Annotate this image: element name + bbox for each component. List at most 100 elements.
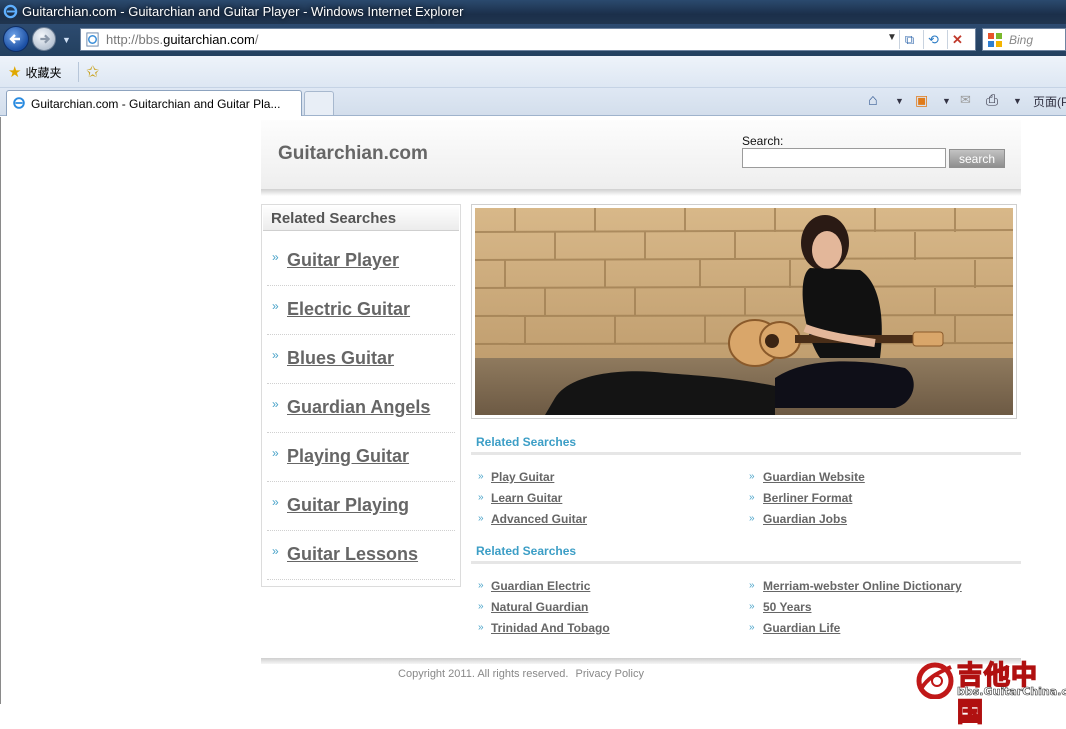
related-link[interactable]: Play Guitar xyxy=(491,470,554,484)
related-link[interactable]: Learn Guitar xyxy=(491,491,562,505)
sidebar-link-blues-guitar[interactable]: Blues Guitar xyxy=(287,348,394,369)
refresh-icon[interactable]: ⟲ xyxy=(923,30,943,49)
chevron-right-icon: » xyxy=(749,622,755,633)
related-searches-sidebar: Related Searches » Guitar Player » Elect… xyxy=(261,204,461,587)
tab-title: Guitarchian.com - Guitarchian and Guitar… xyxy=(31,97,281,111)
footer-divider xyxy=(261,658,1021,664)
page-menu[interactable]: 页面(P xyxy=(1033,93,1066,110)
related-link[interactable]: Advanced Guitar xyxy=(491,512,587,526)
mail-icon[interactable]: ✉ xyxy=(960,92,971,108)
sidebar-item: » Guardian Angels xyxy=(267,384,455,433)
chevron-right-icon: » xyxy=(272,495,279,509)
sidebar-link-electric-guitar[interactable]: Electric Guitar xyxy=(287,299,410,320)
site-header: Guitarchian.com Search: search xyxy=(261,120,1021,190)
sidebar-link-guardian-angels[interactable]: Guardian Angels xyxy=(287,397,430,418)
chevron-right-icon: » xyxy=(749,513,755,524)
chevron-right-icon: » xyxy=(478,492,484,503)
url-suffix: / xyxy=(254,32,259,47)
home-icon[interactable]: ⌂ xyxy=(868,92,878,110)
sidebar-item: » Guitar Player xyxy=(267,237,455,286)
browser-search-box[interactable]: Bing xyxy=(982,28,1066,51)
chevron-right-icon: » xyxy=(272,446,279,460)
header-shadow xyxy=(261,190,1021,196)
print-icon[interactable]: ⎙ xyxy=(986,92,998,109)
back-button[interactable] xyxy=(3,26,29,52)
print-dropdown-icon[interactable]: ▼ xyxy=(1013,96,1022,106)
address-url[interactable]: http://bbs.guitarchian.com/ xyxy=(106,32,259,47)
favorites-bar: ★ 收藏夹 ✩ xyxy=(0,56,1066,88)
watermark: 吉他中国 bbs.GuitarChina.com xyxy=(913,655,1066,729)
url-prefix: http://bbs. xyxy=(106,32,164,47)
forward-button[interactable] xyxy=(32,27,56,51)
related-link[interactable]: Merriam-webster Online Dictionary xyxy=(763,579,962,593)
section-divider xyxy=(471,561,1021,564)
sidebar-header: Related Searches xyxy=(263,206,459,231)
sidebar-item: » Guitar Lessons xyxy=(267,531,455,580)
new-tab-button[interactable] xyxy=(304,91,334,115)
search-input[interactable] xyxy=(742,148,946,168)
add-favorites-icon[interactable]: ✩ xyxy=(86,62,99,82)
favorites-label: 收藏夹 xyxy=(25,65,62,80)
related-link[interactable]: Guardian Electric xyxy=(491,579,590,593)
related-link[interactable]: Natural Guardian xyxy=(491,600,588,614)
tab-bar: Guitarchian.com - Guitarchian and Guitar… xyxy=(0,88,1066,116)
chevron-right-icon: » xyxy=(478,601,484,612)
chevron-right-icon: » xyxy=(749,492,755,503)
search-engine-label: Bing xyxy=(1009,33,1034,47)
related-link[interactable]: Guardian Website xyxy=(763,470,865,484)
sidebar-link-playing-guitar[interactable]: Playing Guitar xyxy=(287,446,409,467)
sidebar-link-guitar-player[interactable]: Guitar Player xyxy=(287,250,399,271)
chevron-right-icon: » xyxy=(478,513,484,524)
privacy-policy-link[interactable]: Privacy Policy xyxy=(571,668,643,680)
address-dropdown-icon[interactable]: ▼ xyxy=(887,32,897,43)
chevron-right-icon: » xyxy=(478,580,484,591)
page-viewport: Guitarchian.com Search: search Related S… xyxy=(0,117,1066,729)
guitarchina-logo-icon xyxy=(916,662,954,699)
back-arrow-icon xyxy=(9,34,20,44)
ie-logo-icon xyxy=(3,4,18,19)
search-label: Search: xyxy=(742,134,784,148)
sidebar-link-guitar-playing[interactable]: Guitar Playing xyxy=(287,495,409,516)
chevron-right-icon: » xyxy=(478,471,484,482)
compatibility-view-icon[interactable]: ⧉ xyxy=(899,30,919,49)
watermark-url: bbs.GuitarChina.com xyxy=(957,685,1066,699)
chevron-right-icon: » xyxy=(478,622,484,633)
chevron-right-icon: » xyxy=(272,348,279,362)
recent-pages-dropdown[interactable]: ▼ xyxy=(62,35,71,45)
related-link[interactable]: Guardian Jobs xyxy=(763,512,847,526)
favorites-button[interactable]: ★ 收藏夹 xyxy=(8,63,61,81)
tab-active[interactable]: Guitarchian.com - Guitarchian and Guitar… xyxy=(6,90,302,116)
chevron-right-icon: » xyxy=(749,601,755,612)
footer: Copyright 2011. All rights reserved. Pri… xyxy=(1,668,1041,680)
chevron-right-icon: » xyxy=(272,397,279,411)
forward-arrow-icon xyxy=(40,34,51,44)
hero-image xyxy=(471,204,1017,419)
feeds-icon[interactable]: ▣ xyxy=(915,92,928,109)
window-titlebar: Guitarchian.com - Guitarchian and Guitar… xyxy=(0,0,1066,24)
related-searches-heading: Related Searches xyxy=(476,435,577,449)
related-link[interactable]: Trinidad And Tobago xyxy=(491,621,610,635)
chevron-right-icon: » xyxy=(272,250,279,264)
search-button[interactable]: search xyxy=(949,149,1005,168)
chevron-right-icon: » xyxy=(749,580,755,591)
related-link[interactable]: Guardian Life xyxy=(763,621,840,635)
related-searches-heading: Related Searches xyxy=(476,544,577,558)
home-dropdown-icon[interactable]: ▼ xyxy=(895,96,904,106)
guitarist-photo xyxy=(475,208,1013,415)
sidebar-item: » Guitar Playing xyxy=(267,482,455,531)
site-title[interactable]: Guitarchian.com xyxy=(278,143,428,165)
page-icon xyxy=(86,32,99,47)
related-link[interactable]: 50 Years xyxy=(763,600,812,614)
sidebar-link-guitar-lessons[interactable]: Guitar Lessons xyxy=(287,544,418,565)
navigation-bar: ▼ http://bbs.guitarchian.com/ ▼ ⧉ ⟲ ✕ Bi… xyxy=(0,24,1066,56)
star-icon: ★ xyxy=(8,64,22,81)
copyright-text: Copyright 2011. All rights reserved. xyxy=(398,668,569,680)
sidebar-item: » Playing Guitar xyxy=(267,433,455,482)
section-divider xyxy=(471,452,1021,455)
favorites-divider xyxy=(78,62,79,82)
chevron-right-icon: » xyxy=(272,544,279,558)
stop-icon[interactable]: ✕ xyxy=(947,30,967,49)
related-link[interactable]: Berliner Format xyxy=(763,491,852,505)
address-bar[interactable]: http://bbs.guitarchian.com/ ▼ ⧉ ⟲ ✕ xyxy=(80,28,976,51)
feeds-dropdown-icon[interactable]: ▼ xyxy=(942,96,951,106)
